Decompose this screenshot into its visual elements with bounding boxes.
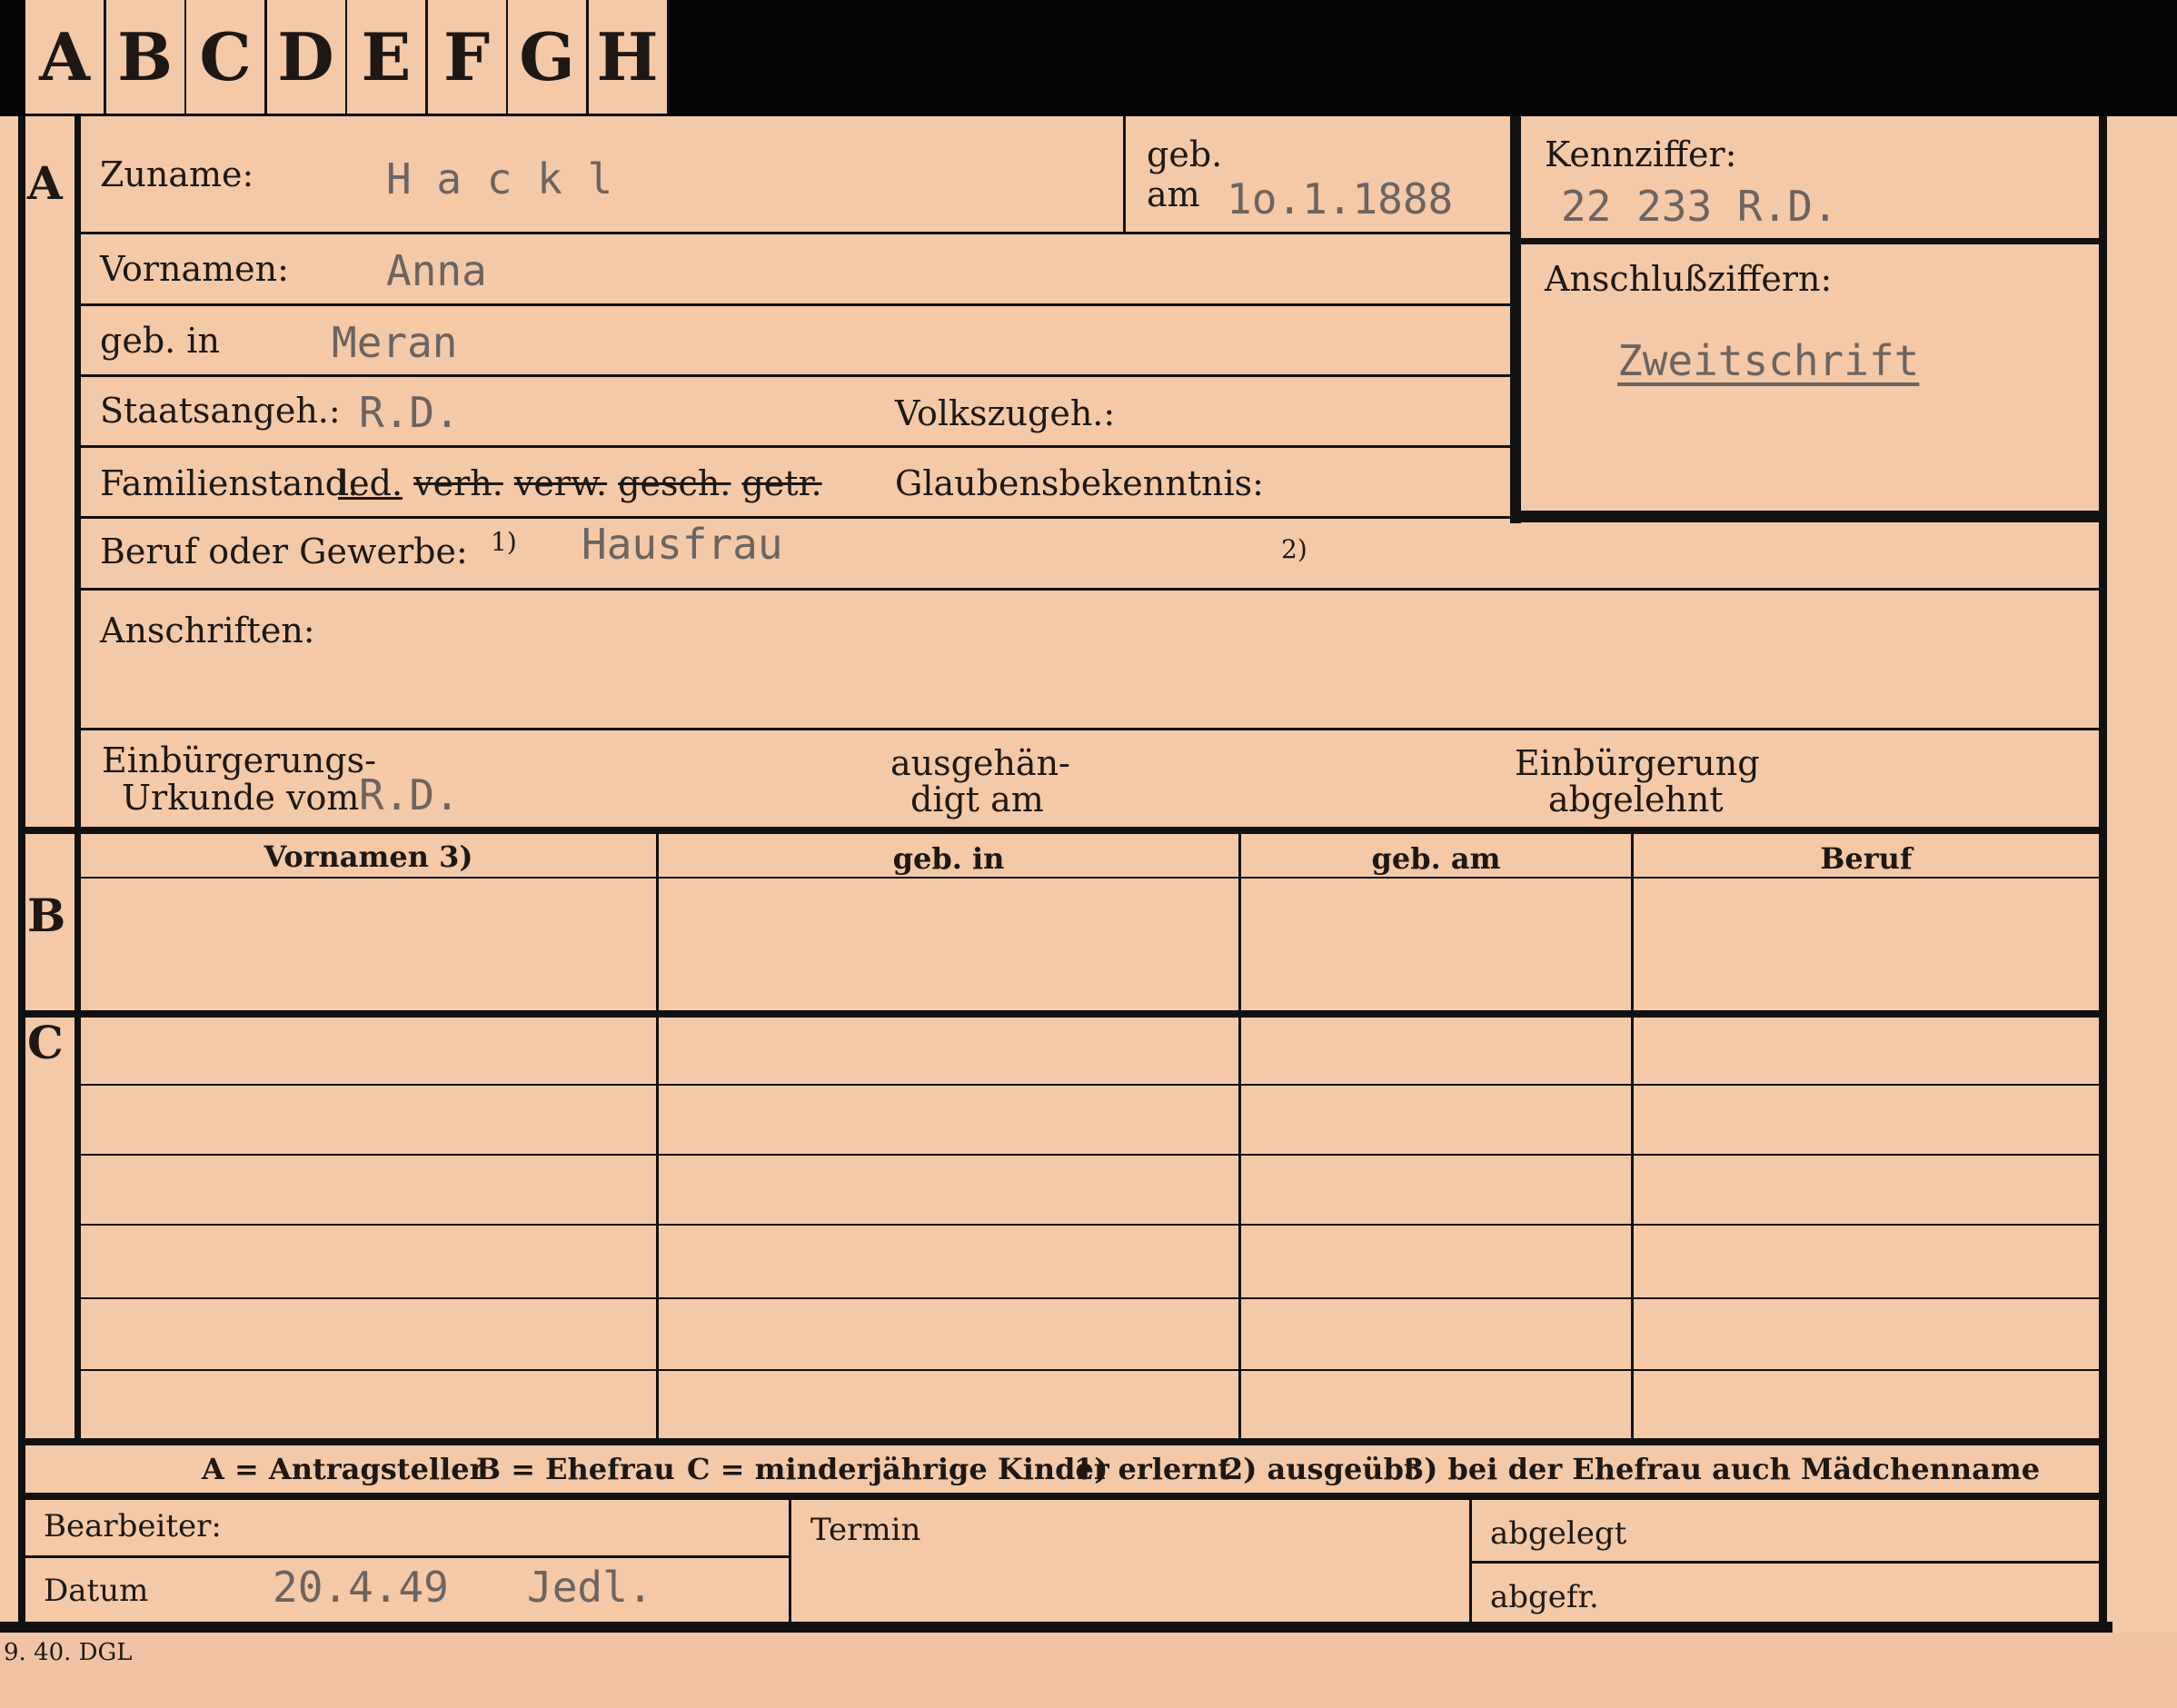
section-letter-c: C [27, 1016, 64, 1069]
section-letter-b: B [27, 889, 66, 942]
beruf-label: Beruf oder Gewerbe: [100, 531, 468, 571]
beruf-value: Hausfrau [582, 520, 783, 569]
footer-rule [1472, 1561, 2099, 1564]
am-label: am [1147, 174, 1200, 214]
option-getr: getr. [741, 463, 822, 503]
table-header-rule [81, 877, 2099, 879]
letter-tab-g[interactable]: G [508, 0, 589, 114]
option-verh: verh. [413, 463, 503, 503]
frame-bottom [0, 1622, 2112, 1633]
option-verw: verw. [513, 463, 608, 503]
letter-tab-b[interactable]: B [105, 0, 187, 114]
zuname-label: Zuname: [100, 154, 254, 194]
row-rule [81, 1369, 2099, 1371]
anschlussziffern-value: Zweitschrift [1617, 336, 1920, 385]
frame-right [2099, 116, 2107, 1629]
abgelegt-label: abgelegt [1490, 1515, 1627, 1552]
col-header-geb-in: geb. in [892, 841, 1005, 876]
termin-label: Termin [810, 1512, 921, 1548]
vornamen-value: Anna [386, 246, 487, 295]
ausgehaendigt-1: ausgehän- [890, 743, 1070, 783]
kennziffer-box-mid [1521, 238, 2099, 244]
row-rule [81, 1154, 2099, 1156]
section-bc-border [18, 1010, 2099, 1018]
col-header-beruf: Beruf [1820, 841, 1913, 876]
letter-tab-d[interactable]: D [266, 0, 348, 114]
printer-mark: 9. 40. DGL [4, 1639, 133, 1666]
bearbeiter-label: Bearbeiter: [44, 1508, 222, 1544]
letter-tab-f[interactable]: F [427, 0, 509, 114]
kennziffer-box-left [1510, 116, 1521, 523]
col-line [1631, 834, 1634, 1438]
einbuergerung-value: R.D. [359, 770, 460, 819]
kennziffer-value: 22 233 R.D. [1561, 182, 1838, 231]
row-rule [81, 1224, 2099, 1226]
beruf-footnote-1: 1) [491, 527, 517, 557]
col-line [656, 834, 659, 1438]
legend-a: A = Antragsteller [202, 1452, 485, 1486]
col-header-geb-am: geb. am [1371, 841, 1501, 876]
abgefr-label: abgefr. [1490, 1579, 1599, 1615]
zuname-value: H a c k l [386, 154, 613, 204]
vornamen-label: Vornamen: [100, 249, 289, 289]
legend-n1: 1) erlernt [1074, 1452, 1232, 1486]
familienstand-options: led. verh. verw. gesch. getr. [338, 463, 822, 503]
footer-col [789, 1500, 791, 1622]
staatsangeh-value: R.D. [359, 388, 460, 437]
einbuergerung-label-2: Urkunde vom [122, 778, 360, 818]
geb-am-value: 1o.1.1888 [1227, 174, 1454, 223]
legend-n2: 2) ausgeübt [1223, 1452, 1417, 1486]
volkszugeh-label: Volkszugeh.: [895, 393, 1116, 433]
ausgehaendigt-2: digt am [910, 780, 1044, 819]
abgelehnt-1: Einbürgerung [1515, 743, 1760, 783]
glaubensbekenntnis-label: Glaubensbekenntnis: [895, 463, 1264, 503]
anschlussziffern-label: Anschlußziffern: [1545, 259, 1833, 299]
footer-col [1469, 1500, 1472, 1622]
legend-n3: 3) bei der Ehefrau auch Mädchenname [1404, 1452, 2041, 1486]
datum-label: Datum [44, 1573, 149, 1609]
section-divider-vertical [75, 116, 81, 1438]
familienstand-label: Familienstand: [100, 463, 359, 503]
option-gesch: gesch. [618, 463, 731, 503]
legend-bottom [18, 1493, 2099, 1500]
letter-tab-c[interactable]: C [186, 0, 267, 114]
geb-label: geb. [1147, 134, 1223, 174]
row-rule [81, 1297, 2099, 1299]
kennziffer-box-bottom [1521, 511, 2099, 522]
option-led: led. [338, 463, 403, 503]
einbuergerung-label-1: Einbürgerungs- [102, 740, 376, 780]
rule [81, 232, 1510, 234]
rule [81, 374, 1510, 377]
kennziffer-label: Kennziffer: [1545, 134, 1737, 174]
frame-left [18, 116, 25, 1629]
bottom-margin [0, 1633, 2177, 1708]
datum-value: 20.4.49 [273, 1563, 449, 1612]
section-letter-a: A [27, 156, 63, 210]
letter-tab-a[interactable]: A [25, 0, 106, 114]
geb-in-value: Meran [332, 318, 458, 367]
rule [81, 516, 1510, 519]
legend-b: B = Ehefrau [476, 1452, 675, 1486]
rule [81, 303, 1510, 306]
geb-in-label: geb. in [100, 321, 220, 361]
rule [81, 728, 2099, 730]
letter-tab-h[interactable]: H [588, 0, 670, 114]
col-line [1238, 834, 1241, 1438]
signature: Jedl. [527, 1563, 653, 1612]
abgelehnt-2: abgelehnt [1548, 780, 1724, 819]
staatsangeh-label: Staatsangeh.: [100, 391, 341, 431]
rule [81, 445, 1510, 448]
legend-top [18, 1438, 2099, 1445]
geb-divider [1123, 116, 1126, 232]
letter-tab-e[interactable]: E [347, 0, 428, 114]
legend-c: C = minderjährige Kinder [687, 1452, 1109, 1486]
rule [81, 588, 2099, 591]
row-rule [81, 1084, 2099, 1086]
section-ab-border [18, 827, 2099, 834]
col-header-vornamen: Vornamen 3) [263, 839, 473, 874]
footer-rule [25, 1555, 790, 1558]
beruf-footnote-2: 2) [1281, 534, 1307, 564]
anschriften-label: Anschriften: [100, 611, 315, 650]
